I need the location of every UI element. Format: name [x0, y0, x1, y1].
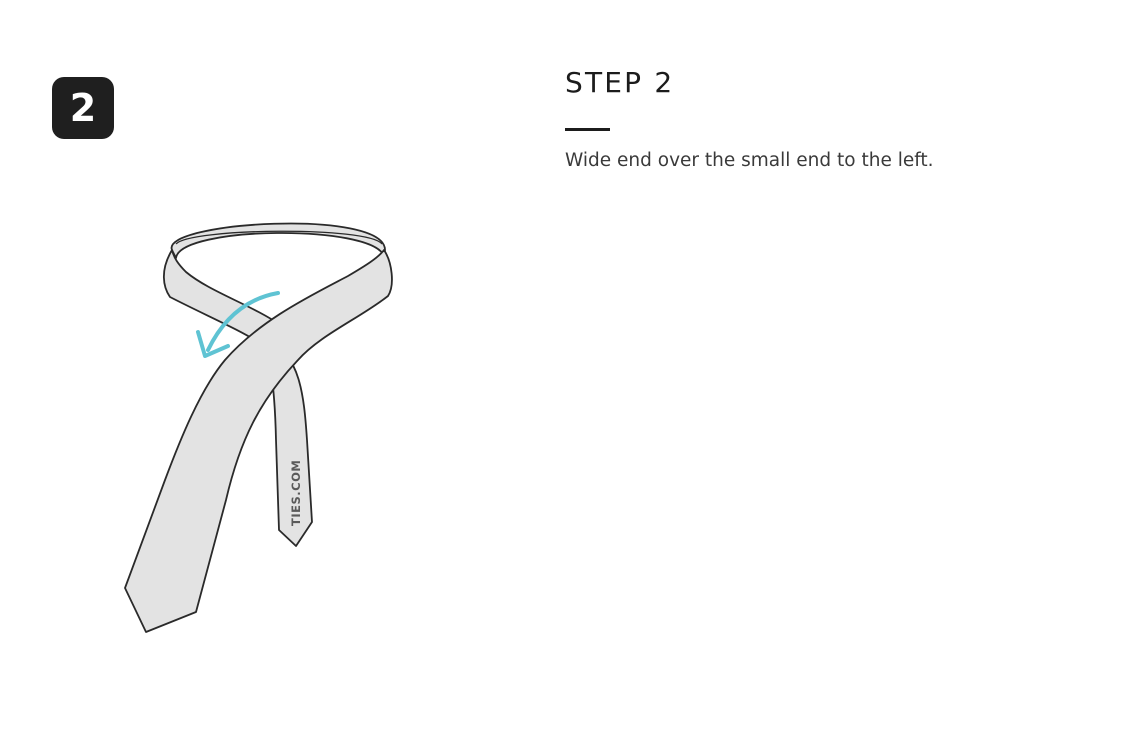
step-description: Wide end over the small end to the left. — [565, 150, 934, 171]
title-divider — [565, 128, 610, 131]
tie-collar-band — [171, 222, 386, 259]
illustration-panel: 2 TIES.COM — [0, 0, 520, 756]
step-title: STEP 2 — [565, 66, 675, 99]
tie-watermark-text: TIES.COM — [289, 460, 303, 526]
tie-wide-blade — [124, 249, 393, 633]
tie-knot-illustration: TIES.COM — [124, 222, 393, 633]
